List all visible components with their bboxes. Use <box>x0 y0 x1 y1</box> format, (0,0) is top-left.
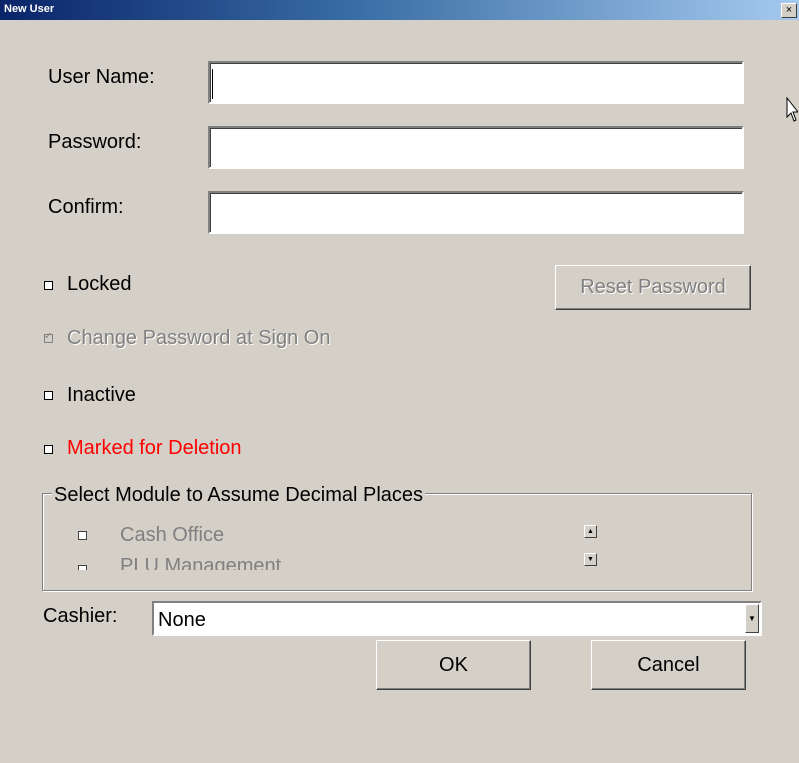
confirm-password-input[interactable] <box>208 191 744 234</box>
password-label: Password: <box>48 131 142 153</box>
module-label-cash-office: Cash Office <box>120 524 225 546</box>
cancel-button-label: Cancel <box>637 654 700 676</box>
user-name-input[interactable] <box>208 61 744 104</box>
marked-for-deletion-label[interactable]: Marked for Deletion <box>67 437 242 460</box>
ok-button[interactable]: OK <box>376 640 531 690</box>
title-bar: New User × <box>0 0 799 20</box>
module-checkbox-plu[interactable] <box>78 565 87 570</box>
reset-password-button[interactable]: Reset Password <box>555 265 751 310</box>
cancel-button[interactable]: Cancel <box>591 640 746 690</box>
cashier-label: Cashier: <box>43 605 118 627</box>
locked-label[interactable]: Locked <box>67 273 132 296</box>
change-password-checkbox[interactable] <box>44 331 53 343</box>
scroll-down-arrow-icon[interactable]: ▼ <box>584 553 597 566</box>
user-name-label: User Name: <box>48 66 155 88</box>
module-checkbox-cash-office[interactable] <box>78 531 87 540</box>
password-input[interactable] <box>208 126 744 169</box>
inactive-checkbox[interactable] <box>44 391 53 400</box>
module-list-clip: PLU Management <box>72 556 592 570</box>
marked-for-deletion-checkbox[interactable] <box>44 445 53 454</box>
mouse-pointer-icon <box>786 97 798 122</box>
close-button[interactable]: × <box>781 3 797 18</box>
cashier-select[interactable]: None ▼ <box>152 601 762 636</box>
cashier-selected-value: None <box>158 609 206 631</box>
confirm-label: Confirm: <box>48 196 124 218</box>
reset-password-button-label: Reset Password <box>580 276 726 298</box>
inactive-label[interactable]: Inactive <box>67 384 136 407</box>
chevron-down-icon[interactable]: ▼ <box>745 604 759 633</box>
scroll-up-arrow-icon[interactable]: ▲ <box>584 525 597 538</box>
change-password-label: Change Password at Sign On <box>67 327 331 349</box>
locked-checkbox[interactable] <box>44 281 53 290</box>
ok-button-label: OK <box>439 654 468 676</box>
window-title: New User <box>4 3 55 15</box>
text-caret <box>212 69 213 99</box>
module-group-title: Select Module to Assume Decimal Places <box>52 484 426 507</box>
module-label-plu: PLU Management <box>120 556 282 570</box>
